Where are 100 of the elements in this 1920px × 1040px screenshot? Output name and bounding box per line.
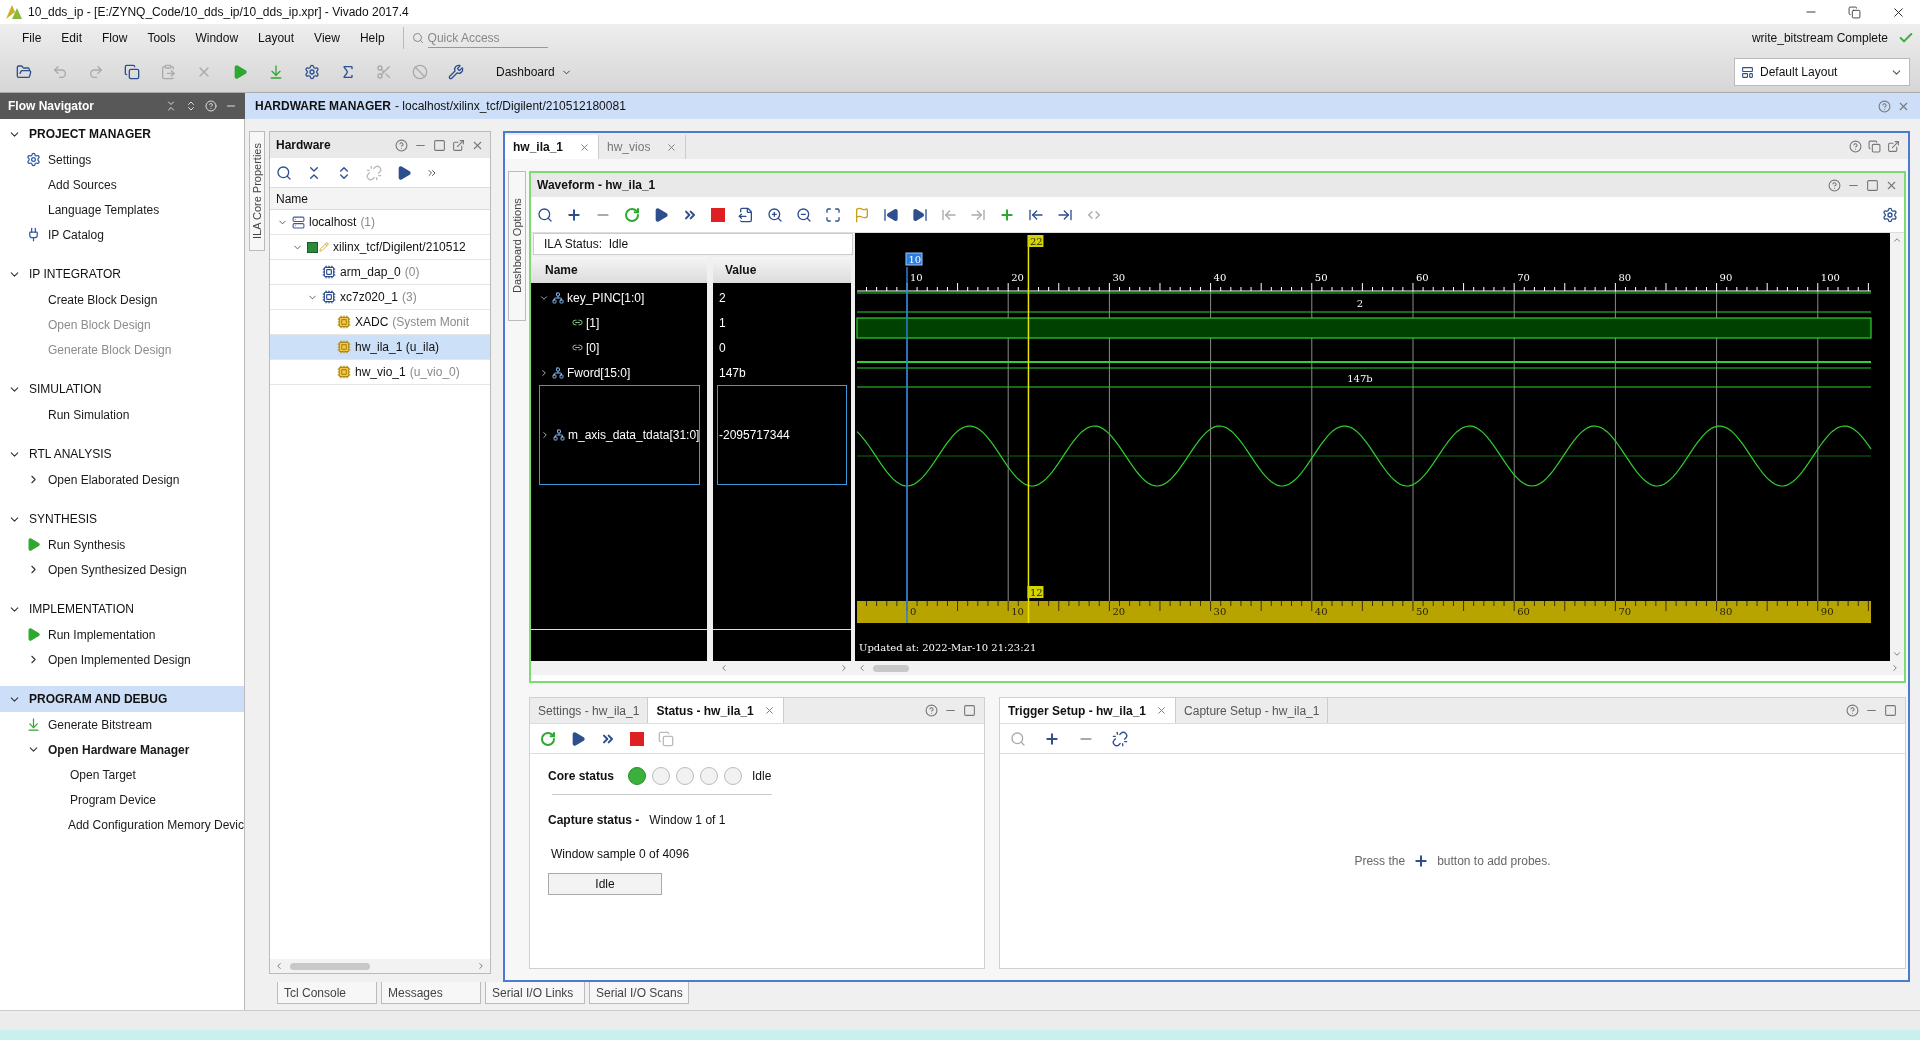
nav-item[interactable]: Add Configuration Memory Devic [0,812,244,837]
zoom-in-icon[interactable] [767,206,783,223]
stop-icon[interactable] [711,207,725,222]
tree-node[interactable]: arm_dap_0 (0) [270,260,490,285]
nav-item[interactable]: IP Catalog [0,222,244,247]
download-icon[interactable] [268,64,284,80]
run-icon[interactable] [232,64,248,80]
trigger-line[interactable] [1027,246,1030,624]
nav-item[interactable]: Language Templates [0,197,244,222]
bottom-tab[interactable]: Tcl Console [277,982,377,1004]
panel-tab[interactable]: Capture Setup - hw_ila_1 [1176,698,1329,723]
help-icon[interactable] [1828,178,1841,192]
panel-tab[interactable]: Trigger Setup - hw_ila_1 [1000,698,1177,723]
signal-name[interactable]: Fword[15:0] [531,360,631,385]
nav-item[interactable]: Run Synthesis [0,532,244,557]
signal-name[interactable]: [1] [531,310,600,335]
float-icon[interactable] [1887,140,1900,153]
wrench-icon[interactable] [448,64,464,80]
section-header[interactable]: RTL ANALYSIS [0,441,244,467]
search-icon[interactable] [537,206,553,223]
refresh-icon[interactable] [624,206,640,223]
dashboard-button[interactable]: Dashboard [496,63,572,81]
section-header[interactable]: PROGRAM AND DEBUG [0,686,244,712]
folder-icon[interactable] [16,64,32,80]
scroll-right-icon[interactable] [839,663,849,673]
section-header[interactable]: SYNTHESIS [0,506,244,532]
signal-name[interactable]: key_PINC[1:0] [531,285,645,310]
restore-icon[interactable] [1848,5,1861,19]
nav-item[interactable]: Open Elaborated Design [0,467,244,492]
section-header[interactable]: SIMULATION [0,376,244,402]
nav-item[interactable]: Open Implemented Design [0,647,244,672]
play-icon[interactable] [396,164,412,181]
signal-name[interactable]: [0] [531,335,600,360]
nav-item[interactable]: Open Hardware Manager [0,737,244,762]
restore-icon[interactable] [1868,140,1881,153]
settings-icon[interactable] [304,64,320,80]
menu-item[interactable]: File [12,29,52,47]
play-icon[interactable] [653,206,669,223]
column-header[interactable]: Value [713,257,851,283]
maximize-icon[interactable] [433,138,446,152]
bottom-tab[interactable]: Serial I/O Scans [589,982,689,1004]
chevron-right-icon[interactable] [540,430,550,440]
section-header[interactable]: PROJECT MANAGER [0,121,244,147]
nav-item[interactable]: Generate Bitstream [0,712,244,737]
scroll-up-icon[interactable] [1892,235,1902,245]
maximize-icon[interactable] [1866,178,1879,192]
skip-forward-icon[interactable] [912,206,928,223]
nav-item[interactable]: Program Device [0,787,244,812]
tree-node[interactable]: localhost (1) [270,210,490,235]
zoom-out-icon[interactable] [796,206,812,223]
nav-item[interactable]: Settings [0,147,244,172]
column-header[interactable]: Name [531,257,707,283]
scroll-thumb[interactable] [290,962,370,970]
scroll-left-icon[interactable] [857,663,867,673]
layout-dropdown[interactable]: Default Layout [1734,58,1910,86]
bottom-tab[interactable]: Messages [381,982,481,1004]
help-icon[interactable] [1846,704,1859,717]
editor-tab[interactable]: hw_ila_1 [505,135,600,159]
editor-tab[interactable]: hw_vios [599,135,687,159]
help-icon[interactable] [1878,99,1891,113]
vertical-scrollbar[interactable] [1890,233,1904,661]
horizontal-scrollbar[interactable] [270,959,490,973]
nav-item[interactable]: Run Simulation [0,402,244,427]
float-icon[interactable] [452,138,465,152]
marker-label[interactable]: 10 [905,252,923,266]
quick-access-field[interactable]: Quick Access [427,28,548,48]
tree-node[interactable]: xilinx_tcf/Digilent/210512 [270,235,490,260]
signal-name[interactable]: m_axis_data_tdata[31:0] [539,385,701,485]
section-header[interactable]: IMPLEMENTATION [0,596,244,622]
skip-back-icon[interactable] [883,206,899,223]
scroll-thumb[interactable] [873,664,909,672]
nav-item[interactable]: Create Block Design [0,287,244,312]
help-icon[interactable] [395,138,408,152]
menu-item[interactable]: Flow [92,29,138,47]
menu-item[interactable]: Layout [248,29,305,47]
expand-all-icon[interactable] [185,100,197,112]
add-icon[interactable] [566,206,582,223]
sigma-icon[interactable] [340,64,356,80]
nav-item[interactable]: Open Target [0,762,244,787]
scroll-right-icon[interactable] [1890,663,1900,673]
nav-item[interactable]: Open Synthesized Design [0,557,244,582]
scroll-down-icon[interactable] [1892,649,1902,659]
idle-button[interactable]: Idle [548,873,662,895]
disconnect-icon[interactable] [366,164,382,181]
add-marker-icon[interactable] [999,206,1015,223]
menu-item[interactable]: Help [349,29,395,47]
trigger-label[interactable]: 22 [1027,235,1044,247]
stop-icon[interactable] [630,731,644,746]
panel-tab[interactable]: Status - hw_ila_1 [648,698,784,723]
maximize-icon[interactable] [1884,704,1897,717]
zoom-fit-icon[interactable] [825,206,841,223]
settings-icon[interactable] [1882,206,1898,223]
section-header[interactable]: IP INTEGRATOR [0,261,244,287]
help-icon[interactable] [925,704,938,717]
column-header[interactable]: Name [270,188,490,210]
bottom-tab[interactable]: Serial I/O Links [485,982,585,1004]
tree-node[interactable]: xc7z020_1 (3) [270,285,490,310]
menu-item[interactable]: Tools [137,29,186,47]
chevron-right-icon[interactable] [539,367,549,378]
tree-node[interactable]: hw_vio_1 (u_vio_0) [270,360,490,385]
